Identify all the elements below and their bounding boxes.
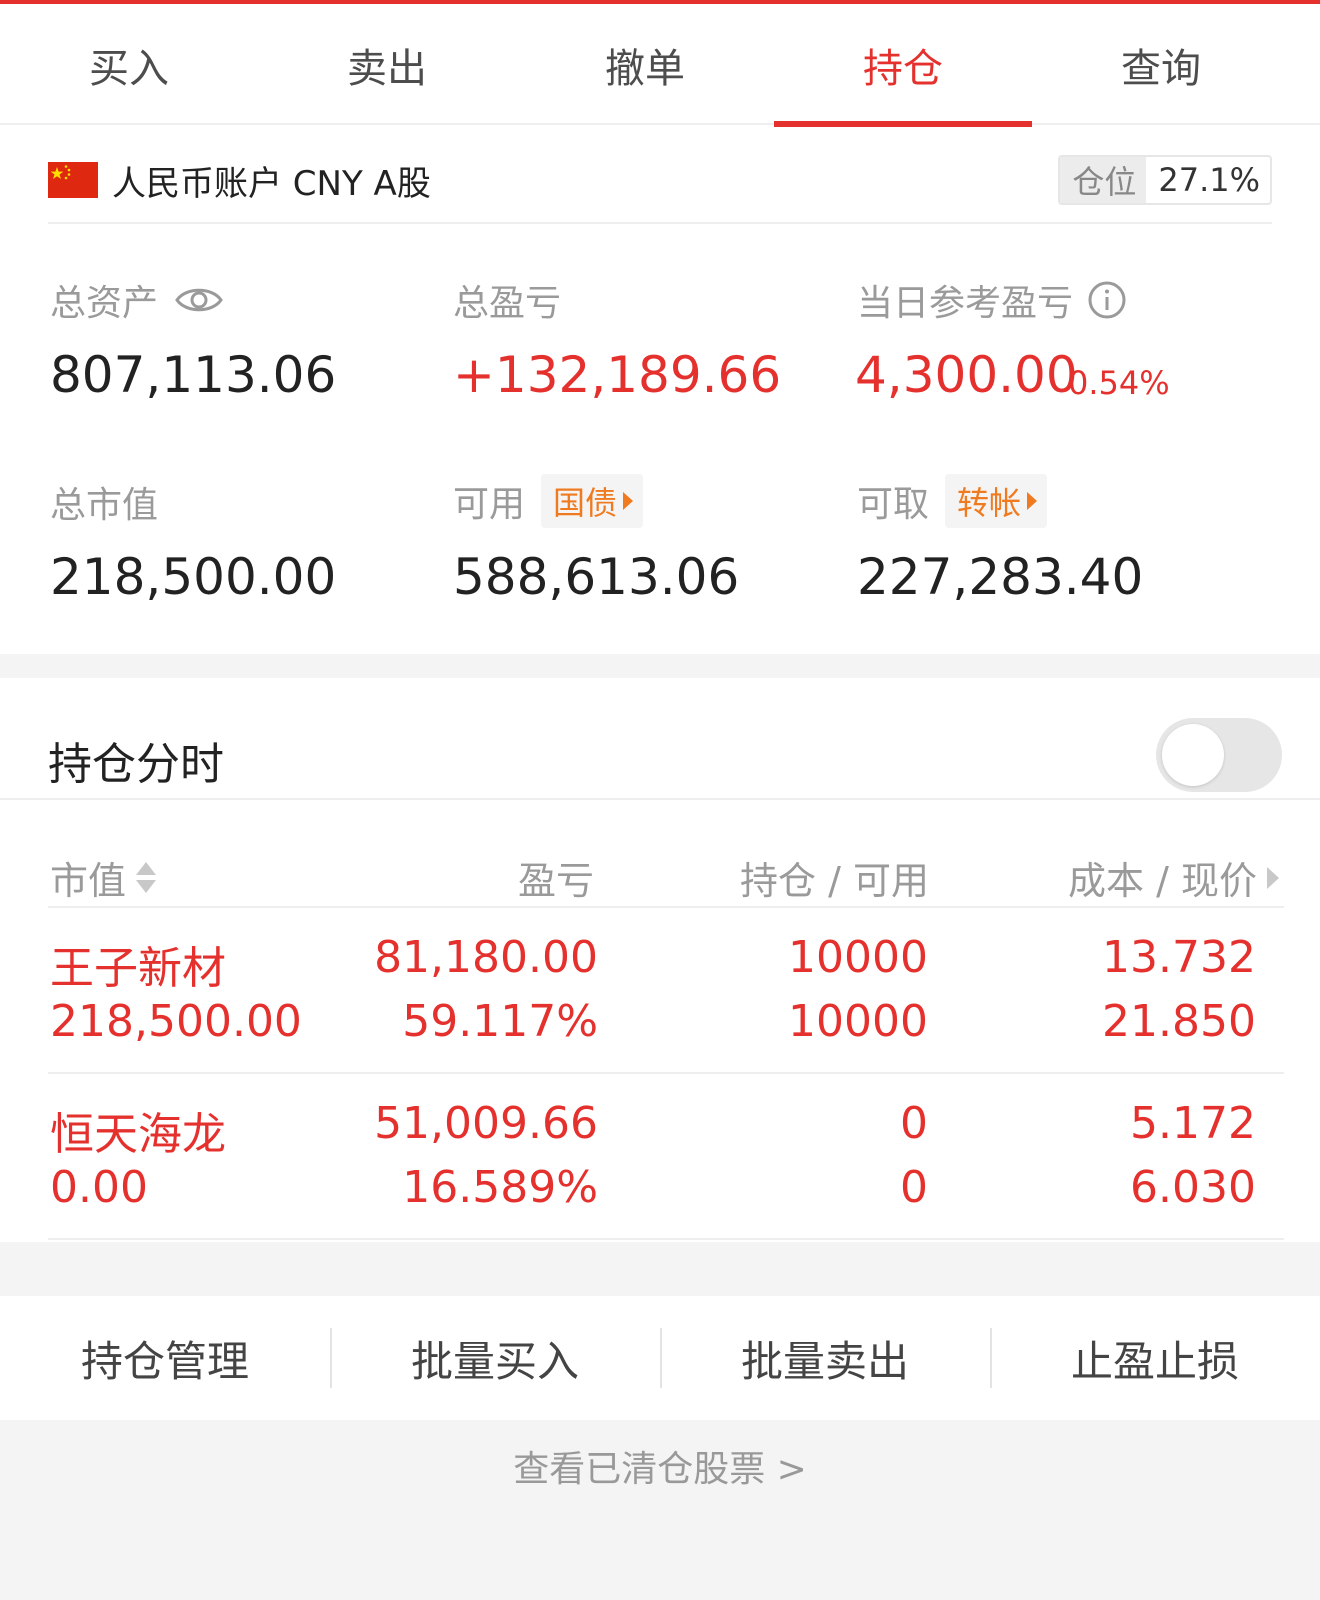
total-assets-value: 807,113.06 <box>50 346 337 404</box>
total-assets-label: 总资产 <box>50 283 159 324</box>
position-action-bar: 持仓管理 批量买入 批量卖出 止盈止损 <box>0 1296 1320 1420</box>
header-market-value[interactable]: 市值 <box>50 850 157 905</box>
header-cost-price[interactable]: 成本 / 现价 <box>1068 850 1279 905</box>
account-name: 人民币账户 CNY A股 <box>112 163 431 204</box>
position-ratio-badge: 仓位 27.1% <box>1058 155 1272 205</box>
section-divider <box>0 654 1320 678</box>
stock-cost: 5.172 <box>1130 1098 1256 1149</box>
stock-available: 10000 <box>788 996 928 1047</box>
divider <box>48 1238 1284 1240</box>
batch-buy-button[interactable]: 批量买入 <box>330 1296 660 1420</box>
available-value: 588,613.06 <box>453 548 740 606</box>
stock-available: 0 <box>900 1162 928 1213</box>
account-row: 人民币账户 CNY A股 仓位 27.1% <box>48 138 1272 224</box>
info-icon[interactable] <box>1087 280 1127 320</box>
daily-pnl-label-group: 当日参考盈亏 <box>857 274 1127 326</box>
treasury-bond-chip[interactable]: 国债 <box>541 474 644 528</box>
take-profit-stop-loss-button[interactable]: 止盈止损 <box>990 1296 1320 1420</box>
triangle-right-icon <box>623 492 634 510</box>
total-assets-label-group: 总资产 <box>50 274 224 326</box>
transfer-chip[interactable]: 转帐 <box>945 474 1048 528</box>
stock-pnl: 51,009.66 <box>374 1098 598 1149</box>
divider <box>48 906 1284 908</box>
batch-sell-button[interactable]: 批量卖出 <box>660 1296 990 1420</box>
available-label: 可用 <box>453 484 526 525</box>
position-intraday-toggle[interactable] <box>1156 718 1282 792</box>
header-holding-available: 持仓 / 可用 <box>740 859 929 903</box>
view-cleared-stocks-link[interactable]: 查看已清仓股票 > <box>0 1440 1320 1492</box>
sort-icon <box>136 862 157 893</box>
position-management-button[interactable]: 持仓管理 <box>0 1296 330 1420</box>
trade-tabs: 买入 卖出 撤单 持仓 查询 <box>0 4 1320 127</box>
stock-name: 恒天海龙 <box>50 1109 226 1160</box>
header-pnl: 盈亏 <box>518 859 595 903</box>
stock-market-value: 218,500.00 <box>50 996 302 1047</box>
stock-price: 21.850 <box>1102 996 1256 1047</box>
divider <box>48 1072 1284 1074</box>
stock-pnl-percent: 16.589% <box>402 1162 598 1213</box>
available-label-group: 可用 国债 <box>453 474 644 528</box>
daily-pnl-percent: 0.54% <box>1068 364 1170 402</box>
eye-icon[interactable] <box>174 283 224 317</box>
section-divider <box>0 1242 1320 1296</box>
treasury-bond-chip-label: 国债 <box>553 484 618 522</box>
transfer-chip-label: 转帐 <box>957 484 1022 522</box>
stock-price: 6.030 <box>1130 1162 1256 1213</box>
stock-holding: 0 <box>900 1098 928 1149</box>
header-cost-price-label: 成本 / 现价 <box>1068 859 1257 903</box>
toggle-knob <box>1162 724 1224 786</box>
daily-pnl-value: 4,300.00 <box>855 346 1078 404</box>
stock-name: 王子新材 <box>50 943 226 994</box>
withdrawable-label-group: 可取 转帐 <box>857 474 1048 528</box>
tab-buy[interactable]: 买入 <box>0 4 258 125</box>
tab-cancel-order[interactable]: 撤单 <box>516 4 774 125</box>
market-value-value: 218,500.00 <box>50 548 337 606</box>
withdrawable-label: 可取 <box>857 484 930 525</box>
tab-query[interactable]: 查询 <box>1032 4 1290 125</box>
china-flag-icon <box>48 162 98 198</box>
position-intraday-title: 持仓分时 <box>48 739 224 790</box>
market-value-label: 总市值 <box>50 485 159 526</box>
withdrawable-value: 227,283.40 <box>857 548 1144 606</box>
header-market-value-label: 市值 <box>50 859 127 903</box>
daily-pnl-label: 当日参考盈亏 <box>857 283 1074 324</box>
stock-pnl-percent: 59.117% <box>402 996 598 1047</box>
stock-holding: 10000 <box>788 932 928 983</box>
divider <box>0 798 1320 800</box>
position-ratio-label: 仓位 <box>1060 157 1147 203</box>
tab-sell[interactable]: 卖出 <box>258 4 516 125</box>
stock-market-value: 0.00 <box>50 1162 148 1213</box>
total-pnl-label: 总盈亏 <box>453 283 562 324</box>
triangle-right-icon <box>1266 866 1279 889</box>
tab-positions[interactable]: 持仓 <box>774 4 1032 127</box>
position-ratio-value: 27.1% <box>1158 161 1260 199</box>
stock-cost: 13.732 <box>1102 932 1256 983</box>
total-pnl-value: +132,189.66 <box>453 346 782 404</box>
stock-pnl: 81,180.00 <box>374 932 598 983</box>
triangle-right-icon <box>1027 492 1038 510</box>
